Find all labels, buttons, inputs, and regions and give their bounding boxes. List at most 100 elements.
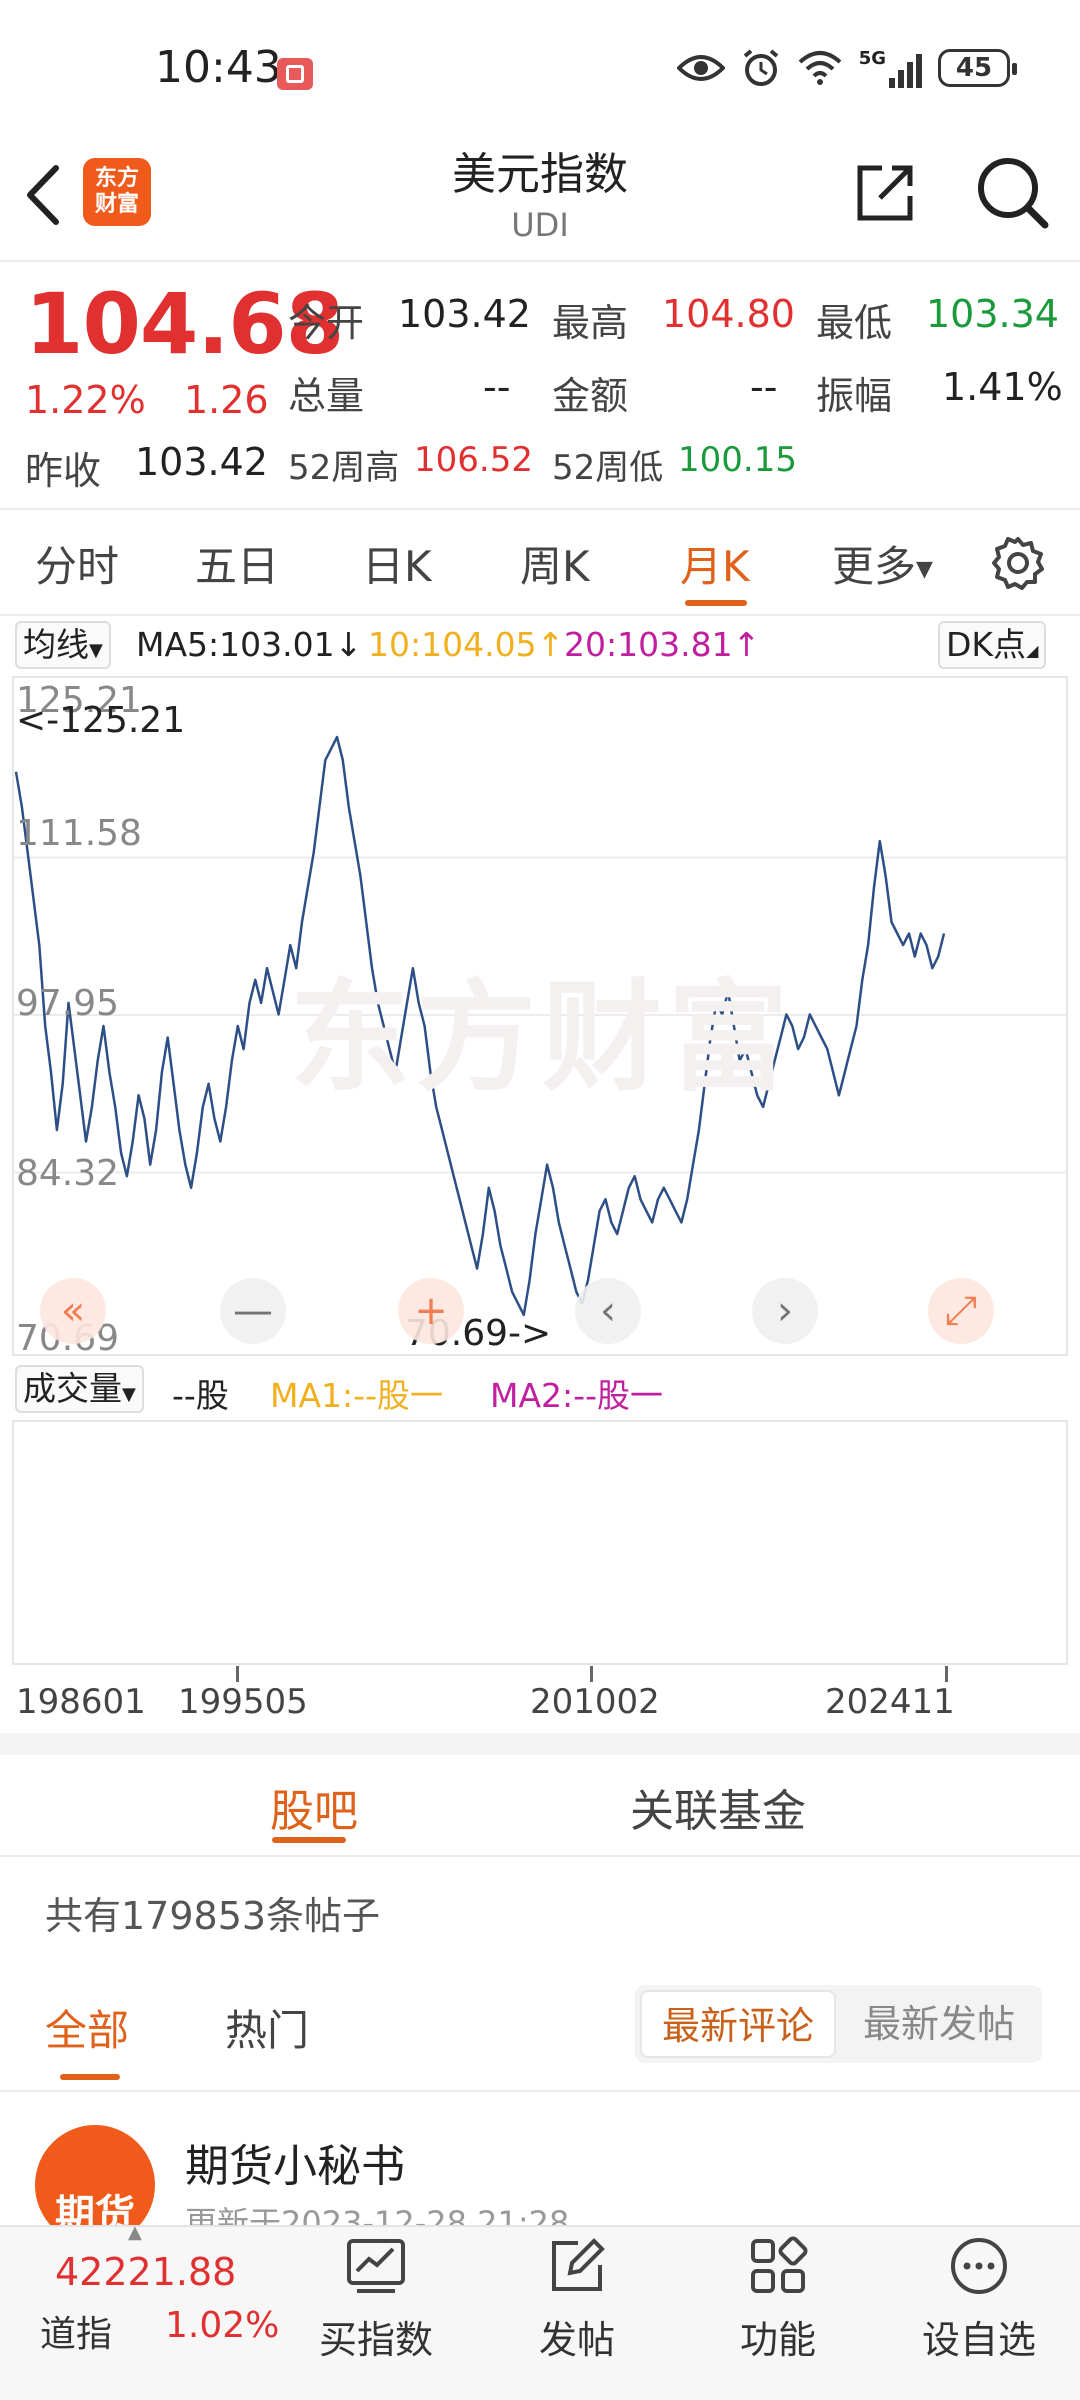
x-tick-label: 202411 <box>825 1682 955 1722</box>
edit-icon <box>552 2238 605 2291</box>
vol-ma2: MA2:--股一 <box>490 1376 663 1415</box>
nav-post[interactable]: 发帖 <box>492 2225 662 2400</box>
scroll-left-button[interactable]: ‹ <box>575 1278 641 1344</box>
tab-related-funds[interactable]: 关联基金 <box>630 1775 806 1839</box>
grid-icon <box>751 2236 808 2293</box>
divider <box>0 260 1080 262</box>
amplitude-label: 振幅 <box>816 374 893 418</box>
y-tick-label: 97.95 <box>16 983 120 1024</box>
caret-up-icon[interactable]: ▲ <box>128 2222 142 2243</box>
dk-point-button[interactable]: DK点◢ <box>938 621 1047 669</box>
open-value: 103.42 <box>398 292 531 336</box>
search-icon[interactable] <box>975 155 1051 231</box>
y-tick-label: 84.32 <box>16 1153 120 1194</box>
active-tab-indicator <box>60 2074 120 2080</box>
section-divider <box>0 1733 1080 1755</box>
change-percent: 1.22% <box>25 378 146 422</box>
low-label: 最低 <box>816 301 893 345</box>
nav-label: 功能 <box>739 2318 816 2362</box>
vol-ma1: MA1:--股一 <box>270 1376 443 1415</box>
volume-chart[interactable] <box>12 1420 1068 1665</box>
nav-buy-index[interactable]: 买指数 <box>291 2225 461 2400</box>
w52-high-value: 106.52 <box>414 440 533 480</box>
sort-latest-post[interactable]: 最新发帖 <box>843 1990 1035 2058</box>
open-label: 今开 <box>288 301 365 345</box>
sort-latest-comment[interactable]: 最新评论 <box>640 1990 837 2058</box>
post-count: 共有179853条帖子 <box>45 1894 381 1938</box>
fullscreen-button[interactable]: ⤢ <box>928 1278 994 1344</box>
index-value[interactable]: 42221.88 <box>55 2250 236 2294</box>
amount-label: 金额 <box>552 374 629 418</box>
corner-caret-icon: ◢ <box>1026 641 1039 660</box>
zoom-in-button[interactable]: + <box>398 1278 464 1344</box>
ma10-text: 10:104.05 <box>368 625 537 664</box>
caret-down-icon: ▼ <box>916 557 933 582</box>
page-subtitle: UDI <box>511 206 569 244</box>
tab-monthly-k[interactable]: 月K <box>680 533 750 594</box>
ma10-value: 10:104.05↑ <box>368 625 564 664</box>
eye-icon <box>676 55 725 81</box>
caret-down-icon: ▼ <box>122 1384 136 1405</box>
zoom-out-button[interactable]: — <box>220 1278 286 1344</box>
status-icons: 5G 45 <box>676 48 1017 88</box>
tab-daily-k[interactable]: 日K <box>362 533 432 594</box>
nav-functions[interactable]: 功能 <box>693 2225 863 2400</box>
low-value: 103.34 <box>926 292 1059 336</box>
amount-value: -- <box>750 365 778 409</box>
index-change[interactable]: 1.02% <box>165 2305 279 2346</box>
tab-all[interactable]: 全部 <box>45 1997 129 2058</box>
volume-label: 总量 <box>288 374 365 418</box>
scroll-right-button[interactable]: › <box>752 1278 818 1344</box>
change-value: 1.26 <box>184 378 269 422</box>
tab-more[interactable]: 更多▼ <box>832 533 933 594</box>
battery-icon: 45 <box>938 49 1017 87</box>
tab-stock-forum[interactable]: 股吧 <box>270 1775 358 1839</box>
status-time: 10:43 <box>155 42 282 93</box>
tab-five-day[interactable]: 五日 <box>195 533 279 594</box>
prev-close-value: 103.42 <box>135 440 268 484</box>
w52-high-label: 52周高 <box>288 448 400 488</box>
nav-label: 发帖 <box>538 2318 615 2362</box>
book-icon <box>277 58 313 90</box>
volume-selector-label: 成交量 <box>23 1369 122 1408</box>
scroll-start-button[interactable]: « <box>40 1278 106 1344</box>
page-title: 美元指数 <box>452 149 628 200</box>
high-label: 最高 <box>552 301 629 345</box>
volume-selector[interactable]: 成交量▼ <box>15 1365 144 1413</box>
caret-down-icon: ▼ <box>89 640 103 661</box>
chart-icon <box>347 2239 405 2293</box>
tab-hot[interactable]: 热门 <box>225 1997 309 2058</box>
ma5-text: MA5:103.01 <box>136 625 335 664</box>
ma-selector[interactable]: 均线▼ <box>15 621 111 669</box>
nav-add-watchlist[interactable]: 设自选 <box>894 2225 1064 2400</box>
x-tick-label: 201002 <box>530 1682 660 1722</box>
x-tick <box>236 1666 239 1682</box>
tab-weekly-k[interactable]: 周K <box>520 533 590 594</box>
gear-icon[interactable] <box>990 535 1046 591</box>
volume-value: -- <box>483 365 511 409</box>
high-value: 104.80 <box>662 292 795 336</box>
active-tab-indicator <box>272 1837 346 1843</box>
arrow-down-icon: ↓ <box>334 625 363 664</box>
dk-label: DK点 <box>946 625 1027 664</box>
x-tick <box>590 1666 593 1682</box>
x-tick-label: 199505 <box>178 1682 308 1722</box>
y-tick-label: 111.58 <box>16 813 142 854</box>
w52-low-label: 52周低 <box>552 448 664 488</box>
tab-more-label: 更多 <box>832 542 917 591</box>
signal-icon: 5G <box>859 48 922 88</box>
post-author[interactable]: 期货小秘书 <box>185 2130 405 2194</box>
prev-close-label: 昨收 <box>25 449 102 493</box>
index-name[interactable]: 道指 <box>40 2305 112 2357</box>
volume-unit: --股 <box>172 1376 229 1415</box>
watermark: 东方财富 <box>290 969 794 1108</box>
tab-intraday[interactable]: 分时 <box>35 533 119 594</box>
more-icon <box>951 2238 1007 2294</box>
ma20-value: 20:103.81↑ <box>564 625 760 664</box>
arrow-up-icon: ↑ <box>732 625 761 664</box>
divider <box>0 1855 1080 1857</box>
divider <box>0 2090 1080 2092</box>
ma20-text: 20:103.81 <box>564 625 733 664</box>
share-icon[interactable] <box>852 160 918 226</box>
ma5-value: MA5:103.01↓ <box>136 625 362 664</box>
